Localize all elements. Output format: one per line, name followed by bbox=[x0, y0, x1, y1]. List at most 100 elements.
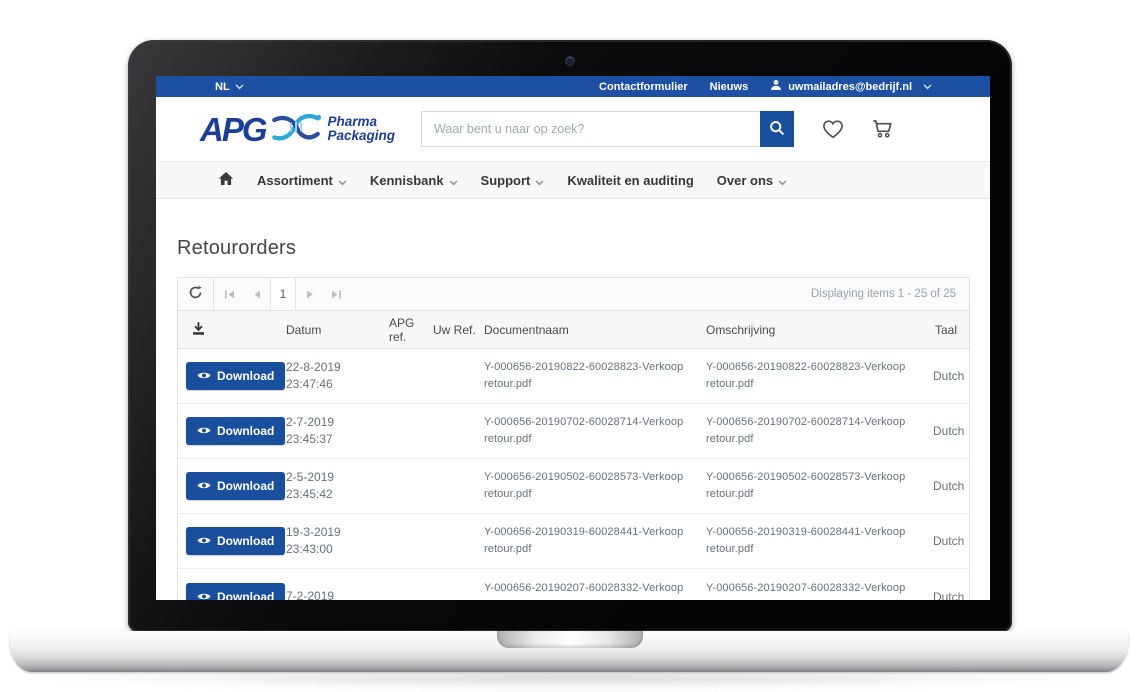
pager-prev-button[interactable] bbox=[243, 278, 270, 310]
account-email: uwmailadres@bedrijf.nl bbox=[788, 81, 912, 93]
row-description: Y-000656-20190319-60028441-Verkoop retou… bbox=[706, 524, 933, 558]
row-description: Y-000656-20190702-60028714-Verkoop retou… bbox=[706, 414, 933, 448]
search-bar bbox=[421, 111, 794, 147]
download-cell: Download bbox=[178, 472, 286, 500]
logo-text: APG bbox=[200, 113, 266, 146]
chevron-down-icon bbox=[535, 174, 544, 189]
dna-helix-icon bbox=[270, 110, 322, 149]
nav-item-kwaliteit-en-auditing[interactable]: Kwaliteit en auditing bbox=[567, 173, 693, 188]
prev-page-icon bbox=[253, 287, 261, 302]
row-document: Y-000656-20190502-60028573-Verkoop retou… bbox=[484, 469, 706, 503]
heart-icon bbox=[820, 116, 846, 143]
nav-item-support[interactable]: Support bbox=[481, 172, 545, 189]
webcam-icon bbox=[566, 57, 574, 65]
account-menu[interactable]: uwmailadres@bedrijf.nl bbox=[770, 79, 932, 94]
pager-status-text: Displaying items 1 - 25 of 25 bbox=[811, 288, 969, 300]
language-selector[interactable]: NL bbox=[215, 81, 244, 93]
row-language: Dutch bbox=[933, 369, 976, 383]
row-document: Y-000656-20190822-60028823-Verkoop retou… bbox=[484, 359, 706, 393]
row-date: 2-7-2019 23:45:37 bbox=[286, 414, 389, 448]
current-page-indicator: 1 bbox=[270, 278, 296, 310]
download-cell: Download bbox=[178, 362, 286, 390]
search-button[interactable] bbox=[760, 111, 794, 147]
refresh-icon bbox=[188, 285, 203, 303]
download-button[interactable]: Download bbox=[186, 417, 285, 445]
nav-item-kennisbank[interactable]: Kennisbank bbox=[370, 172, 458, 189]
download-button-label: Download bbox=[217, 424, 274, 438]
column-header-taal: Taal bbox=[933, 323, 969, 337]
grid-body: Download 22-8-2019 23:47:46 Y-000656-201… bbox=[178, 349, 969, 600]
logo-tagline: Pharma Packaging bbox=[328, 115, 396, 143]
site-header: APG Pharma Packaging bbox=[156, 97, 990, 161]
chevron-down-icon bbox=[449, 174, 458, 189]
last-page-icon bbox=[331, 287, 342, 302]
eye-icon bbox=[197, 369, 211, 383]
refresh-button[interactable] bbox=[178, 278, 214, 310]
row-date: 19-3-2019 23:43:00 bbox=[286, 524, 389, 558]
pager-first-button[interactable] bbox=[216, 278, 243, 310]
download-cell: Download bbox=[178, 527, 286, 555]
table-row: Download 2-5-2019 23:45:42 Y-000656-2019… bbox=[178, 459, 969, 514]
wishlist-button[interactable] bbox=[820, 116, 846, 143]
column-header-datum: Datum bbox=[286, 323, 389, 337]
download-cell: Download bbox=[178, 417, 286, 445]
page-title: Retourorders bbox=[177, 237, 970, 260]
pager-next-button[interactable] bbox=[296, 278, 323, 310]
table-row: Download 22-8-2019 23:47:46 Y-000656-201… bbox=[178, 349, 969, 404]
download-button-label: Download bbox=[217, 534, 274, 548]
row-document: Y-000656-20190702-60028714-Verkoop retou… bbox=[484, 414, 706, 448]
column-header-uw-ref: Uw Ref. bbox=[433, 323, 484, 337]
pager-last-button[interactable] bbox=[323, 278, 350, 310]
row-date: 2-5-2019 23:45:42 bbox=[286, 469, 389, 503]
row-language: Dutch bbox=[933, 479, 976, 493]
topbar-link-contactformulier[interactable]: Contactformulier bbox=[599, 81, 688, 93]
chevron-down-icon bbox=[338, 174, 347, 189]
download-column-header bbox=[178, 321, 286, 339]
nav-item-assortiment[interactable]: Assortiment bbox=[257, 172, 347, 189]
table-row: Download 7-2-2019 Y-000656-20190207-6002… bbox=[178, 569, 969, 600]
download-button[interactable]: Download bbox=[186, 472, 285, 500]
main-navbar: Assortiment Kennisbank Support Kwaliteit… bbox=[156, 161, 990, 199]
download-button[interactable]: Download bbox=[186, 583, 285, 601]
download-button-label: Download bbox=[217, 590, 274, 601]
row-description: Y-000656-20190822-60028823-Verkoop retou… bbox=[706, 359, 933, 393]
laptop-mockup: NL Contactformulier Nieuws uwmailadres@b… bbox=[0, 0, 1138, 692]
laptop-lid-notch bbox=[497, 631, 643, 648]
nav-item-over-ons[interactable]: Over ons bbox=[717, 172, 787, 189]
table-row: Download 2-7-2019 23:45:37 Y-000656-2019… bbox=[178, 404, 969, 459]
topbar-link-nieuws[interactable]: Nieuws bbox=[710, 81, 749, 93]
search-icon bbox=[769, 120, 785, 139]
row-language: Dutch bbox=[933, 424, 976, 438]
next-page-icon bbox=[306, 287, 314, 302]
first-page-icon bbox=[224, 287, 235, 302]
browser-viewport: NL Contactformulier Nieuws uwmailadres@b… bbox=[156, 76, 990, 600]
nav-home[interactable] bbox=[218, 171, 234, 189]
chevron-down-icon bbox=[235, 84, 244, 90]
row-description: Y-000656-20190207-60028332-Verkoop retou… bbox=[706, 580, 933, 601]
pager: 1 bbox=[216, 278, 350, 310]
row-language: Dutch bbox=[933, 590, 976, 601]
retourorders-grid: 1 Displaying items 1 - 25 of 25 bbox=[177, 277, 970, 600]
row-document: Y-000656-20190207-60028332-Verkoop retou… bbox=[484, 580, 706, 601]
eye-icon bbox=[197, 534, 211, 548]
eye-icon bbox=[197, 424, 211, 438]
search-input[interactable] bbox=[421, 111, 760, 147]
row-date: 7-2-2019 bbox=[286, 588, 389, 600]
logo[interactable]: APG Pharma Packaging bbox=[200, 110, 395, 149]
grid-toolbar: 1 Displaying items 1 - 25 of 25 bbox=[178, 278, 969, 311]
chevron-down-icon bbox=[778, 174, 787, 189]
download-button[interactable]: Download bbox=[186, 527, 285, 555]
table-row: Download 19-3-2019 23:43:00 Y-000656-201… bbox=[178, 514, 969, 569]
cart-icon bbox=[870, 116, 896, 143]
page-content: Retourorders bbox=[156, 237, 990, 600]
download-button-label: Download bbox=[217, 479, 274, 493]
grid-header-row: Datum APG ref. Uw Ref. Documentnaam Omsc… bbox=[178, 311, 969, 349]
download-button[interactable]: Download bbox=[186, 362, 285, 390]
home-icon bbox=[218, 171, 234, 189]
laptop-reflection bbox=[48, 674, 1090, 690]
column-header-documentnaam: Documentnaam bbox=[484, 323, 706, 337]
eye-icon bbox=[197, 590, 211, 601]
cart-button[interactable] bbox=[870, 116, 896, 143]
language-label: NL bbox=[215, 81, 230, 93]
row-language: Dutch bbox=[933, 534, 976, 548]
